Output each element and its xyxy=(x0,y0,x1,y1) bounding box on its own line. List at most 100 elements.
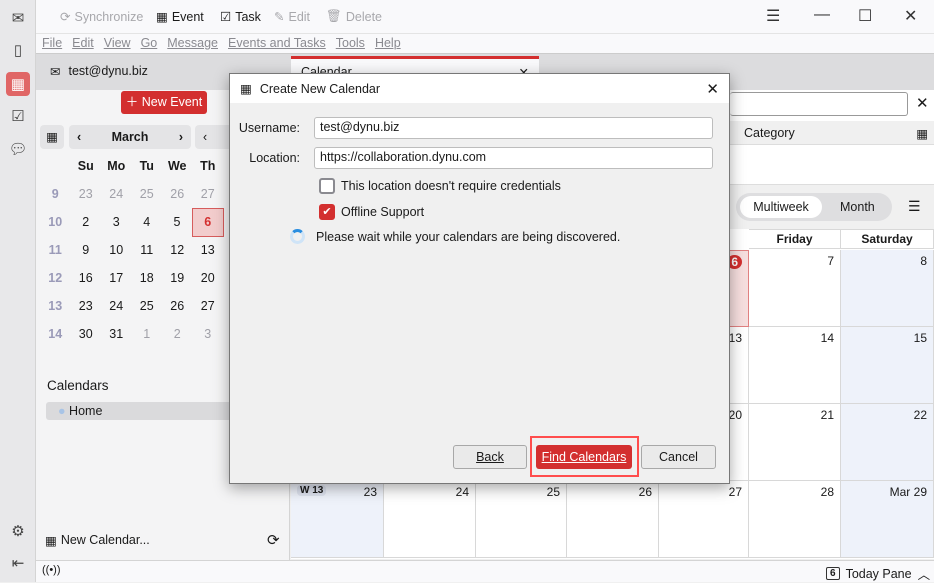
weekday-header: Su xyxy=(77,159,94,173)
day-cell[interactable]: 26 xyxy=(567,481,659,558)
mini-day[interactable]: 12 xyxy=(162,236,193,264)
mini-day[interactable]: 24 xyxy=(101,180,132,208)
today-icon[interactable]: ▦ xyxy=(40,125,64,149)
day-cell[interactable]: 14 xyxy=(749,327,841,404)
day-cell[interactable]: 15 xyxy=(841,327,934,404)
menu-view[interactable]: View xyxy=(104,34,131,53)
mini-day[interactable]: 10 xyxy=(101,236,132,264)
day-number: 28 xyxy=(820,485,834,499)
mini-day[interactable]: 27 xyxy=(193,292,224,320)
event-button[interactable]: ▦ Event xyxy=(156,9,204,25)
column-header-category[interactable]: Category ▦ xyxy=(730,121,934,145)
mini-day[interactable]: 26 xyxy=(162,292,193,320)
address-book-icon[interactable]: ▯ xyxy=(6,38,30,62)
mini-day[interactable]: 19 xyxy=(162,264,193,292)
menu-events-tasks[interactable]: Events and Tasks xyxy=(228,34,326,53)
column-picker-icon[interactable]: ▦ xyxy=(916,126,928,141)
mini-day[interactable]: 17 xyxy=(101,264,132,292)
mini-day[interactable]: 27 xyxy=(193,180,224,208)
mini-day[interactable]: 11 xyxy=(132,236,163,264)
no-credentials-checkbox[interactable] xyxy=(319,178,335,194)
mini-day[interactable]: 2 xyxy=(162,320,193,348)
cancel-button[interactable]: Cancel xyxy=(641,445,716,469)
maximize-icon[interactable]: ☐ xyxy=(858,6,872,26)
delete-button[interactable]: 🗑︎ Delete xyxy=(326,9,382,24)
today-pane-button[interactable]: 6 Today Pane ︿ xyxy=(826,564,930,583)
edit-button[interactable]: ✎ Edit xyxy=(274,9,310,25)
mini-day[interactable]: 26 xyxy=(162,180,193,208)
close-window-icon[interactable]: ✕ xyxy=(904,6,917,26)
mini-day-today[interactable]: 6 xyxy=(192,207,224,237)
menu-message[interactable]: Message xyxy=(167,34,218,53)
mini-day[interactable]: 25 xyxy=(132,292,163,320)
settings-icon[interactable]: ⚙ xyxy=(6,519,30,543)
menu-tools[interactable]: Tools xyxy=(336,34,365,53)
offline-support-checkbox[interactable]: ✔ xyxy=(319,204,335,220)
mail-icon[interactable]: ✉ xyxy=(6,6,30,30)
mini-day[interactable]: 24 xyxy=(101,292,132,320)
pencil-icon: ✎ xyxy=(274,10,285,24)
search-input[interactable] xyxy=(730,92,908,116)
username-field[interactable]: test@dynu.biz xyxy=(314,117,713,139)
day-cell[interactable]: 22 xyxy=(841,404,934,481)
online-status-icon[interactable]: ((•)) xyxy=(42,564,61,576)
new-event-button[interactable]: ＋ New Event xyxy=(121,91,207,114)
account-icon: ✉ xyxy=(50,65,61,79)
menu-file[interactable]: File xyxy=(42,34,62,53)
mini-day[interactable]: 25 xyxy=(132,180,163,208)
day-cell[interactable]: 7 xyxy=(749,250,841,327)
menu-help[interactable]: Help xyxy=(375,34,401,53)
app-menu-icon[interactable]: ☰ xyxy=(766,6,780,26)
menu-edit[interactable]: Edit xyxy=(72,34,94,53)
mini-day[interactable]: 23 xyxy=(71,292,102,320)
day-cell[interactable]: 21 xyxy=(749,404,841,481)
day-cell[interactable]: 8 xyxy=(841,250,934,327)
synchronize-button[interactable]: ⟳ Synchronize xyxy=(60,9,143,25)
back-button[interactable]: Back xyxy=(453,445,527,469)
day-cell[interactable]: 28 xyxy=(749,481,841,558)
mini-day[interactable]: 18 xyxy=(132,264,163,292)
view-options-icon[interactable]: ☰ xyxy=(908,198,921,215)
chat-icon[interactable]: 💬︎ xyxy=(6,137,30,161)
calendar-item-home[interactable]: ● Home xyxy=(46,402,236,420)
tab-account[interactable]: ✉ test@dynu.biz xyxy=(50,64,148,79)
mini-day[interactable]: 3 xyxy=(101,208,132,236)
new-calendar-button[interactable]: ▦ New Calendar... xyxy=(45,533,150,548)
mini-day[interactable]: 9 xyxy=(71,236,102,264)
collapse-icon[interactable]: ⇤ xyxy=(6,551,30,575)
day-cell[interactable]: 25 xyxy=(476,481,567,558)
mini-day[interactable]: 16 xyxy=(71,264,102,292)
create-calendar-dialog: ▦ Create New Calendar ✕ Username: test@dyn… xyxy=(229,73,730,484)
task-button[interactable]: ☑ Task xyxy=(220,9,261,25)
prev-month-icon[interactable]: ‹ xyxy=(77,130,81,144)
calendar-icon[interactable]: ▦ xyxy=(6,72,30,96)
location-field[interactable]: https://collaboration.dynu.com xyxy=(314,147,713,169)
close-dialog-icon[interactable]: ✕ xyxy=(706,80,719,98)
tasks-icon[interactable]: ☑ xyxy=(6,104,30,128)
day-cell[interactable]: Mar 29 xyxy=(841,481,934,558)
mini-day[interactable]: 2 xyxy=(71,208,102,236)
multiweek-tab[interactable]: Multiweek xyxy=(740,196,822,218)
day-cell[interactable]: 27 xyxy=(659,481,749,558)
day-cell[interactable]: W 13 23 xyxy=(291,481,384,558)
mini-day[interactable]: 13 xyxy=(193,236,224,264)
mini-day[interactable]: 30 xyxy=(71,320,102,348)
new-event-label: New Event xyxy=(141,95,203,109)
clear-search-icon[interactable]: ✕ xyxy=(916,94,929,112)
mini-day[interactable]: 31 xyxy=(101,320,132,348)
refresh-icon[interactable]: ⟳ xyxy=(267,531,280,549)
search-area: ✕ Category ▦ Multiweek Month ☰ xyxy=(730,90,934,230)
mini-day[interactable]: 23 xyxy=(71,180,102,208)
week-number: 11 xyxy=(48,243,62,257)
find-calendars-button[interactable]: Find Calendars xyxy=(536,445,632,469)
month-tab[interactable]: Month xyxy=(840,200,875,214)
next-month-icon[interactable]: › xyxy=(179,130,183,144)
minimize-icon[interactable]: — xyxy=(814,6,830,24)
day-cell[interactable]: 24 xyxy=(384,481,476,558)
mini-day[interactable]: 4 xyxy=(132,208,163,236)
menu-go[interactable]: Go xyxy=(141,34,158,53)
mini-day[interactable]: 1 xyxy=(132,320,163,348)
mini-day[interactable]: 20 xyxy=(193,264,224,292)
mini-day[interactable]: 5 xyxy=(162,208,193,236)
mini-day[interactable]: 3 xyxy=(193,320,224,348)
